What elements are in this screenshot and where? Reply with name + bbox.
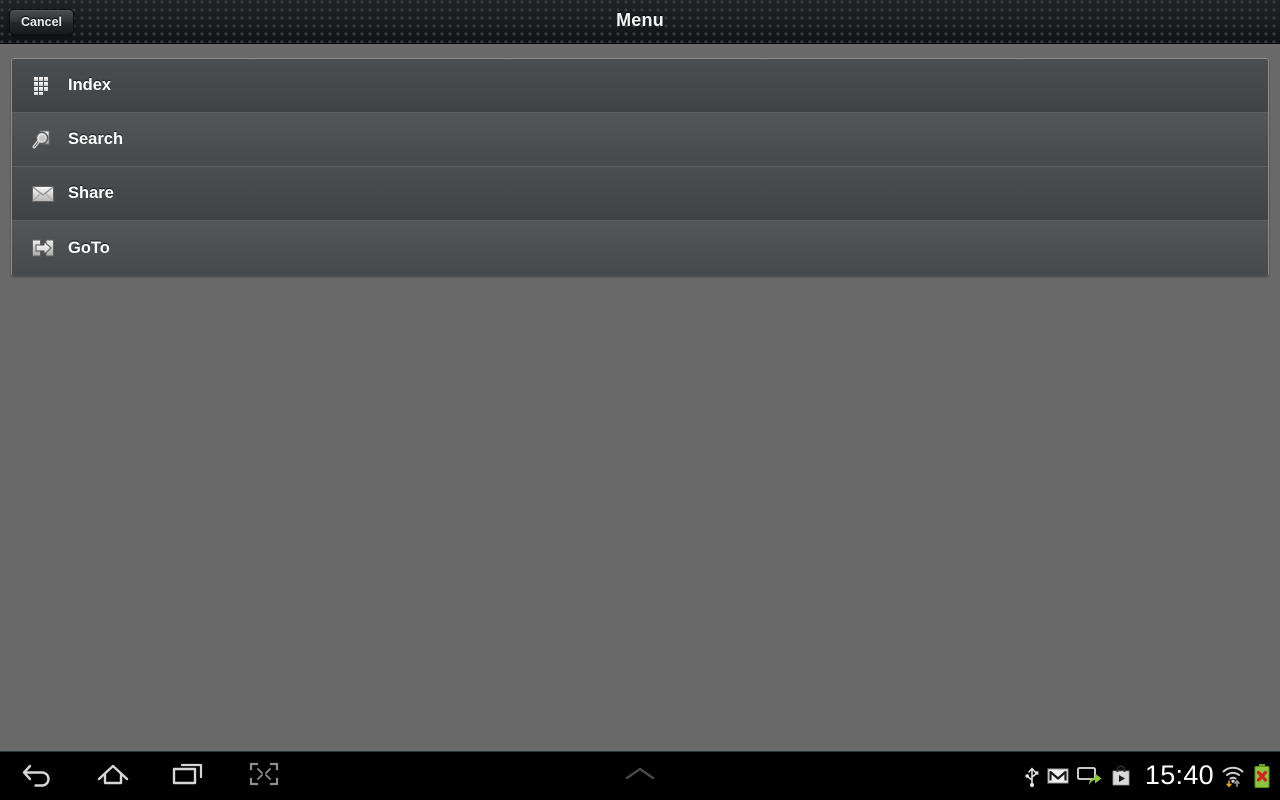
chevron-up-icon bbox=[620, 763, 660, 790]
status-bar-icons[interactable]: 15:40 bbox=[1025, 752, 1280, 800]
menu-item-label: Share bbox=[68, 184, 114, 202]
menu-item-label: Search bbox=[68, 130, 124, 148]
menu-list: Index Search Share GoTo bbox=[11, 58, 1269, 276]
back-button[interactable] bbox=[0, 752, 76, 800]
play-store-icon bbox=[1111, 765, 1131, 787]
menu-item-goto[interactable]: GoTo bbox=[12, 221, 1268, 275]
magnifier-icon bbox=[30, 127, 56, 153]
recent-apps-button[interactable] bbox=[150, 752, 226, 800]
screenshot-icon bbox=[248, 760, 280, 793]
usb-icon bbox=[1025, 764, 1039, 788]
recent-apps-icon bbox=[170, 760, 206, 793]
grid-icon bbox=[30, 73, 56, 99]
goto-arrow-icon bbox=[30, 235, 56, 261]
battery-error-icon bbox=[1253, 763, 1271, 789]
envelope-icon bbox=[30, 181, 56, 207]
title-bar: Cancel Menu bbox=[0, 0, 1280, 44]
menu-item-label: Index bbox=[68, 76, 112, 94]
home-button[interactable] bbox=[75, 752, 151, 800]
menu-item-search[interactable]: Search bbox=[12, 113, 1268, 167]
menu-item-index[interactable]: Index bbox=[12, 59, 1268, 113]
home-icon bbox=[95, 760, 131, 793]
page-title: Menu bbox=[616, 10, 664, 30]
navigation-bar: 15:40 bbox=[0, 751, 1280, 800]
back-arrow-icon bbox=[21, 760, 55, 793]
wifi-icon bbox=[1221, 764, 1245, 788]
menu-item-label: GoTo bbox=[68, 238, 110, 257]
system-update-icon bbox=[1077, 765, 1103, 787]
screenshot-button[interactable] bbox=[226, 752, 302, 800]
notification-shade-handle[interactable] bbox=[602, 752, 678, 800]
status-clock: 15:40 bbox=[1144, 759, 1214, 790]
android-screen: Cancel Menu Index Search Share GoTo 15:4… bbox=[0, 0, 1280, 800]
gmail-icon bbox=[1047, 767, 1069, 785]
menu-item-share[interactable]: Share bbox=[12, 167, 1268, 221]
